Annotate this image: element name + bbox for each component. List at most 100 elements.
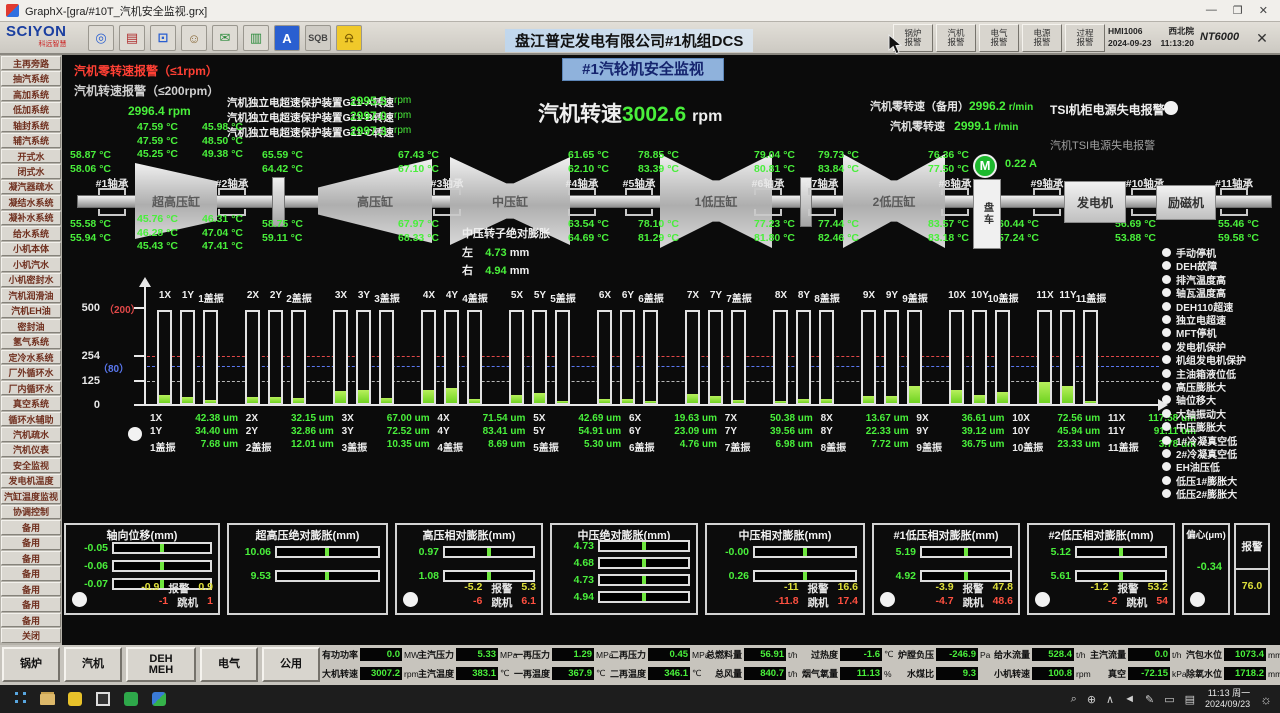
monitor-icon[interactable]: ⊡ [150,25,176,51]
search-icon[interactable]: ⌕ [1071,693,1077,706]
toolbar-close-button[interactable]: ✕ [1250,26,1274,50]
alarm-button-5[interactable]: 过程 报警 [1065,24,1105,52]
start-icon[interactable] [8,688,30,710]
app-green-icon[interactable] [120,688,142,710]
close-icon[interactable]: ✕ [1259,4,1268,17]
vib-value-4Y: 83.41 um [467,426,525,437]
alarm-button-2[interactable]: 汽机 报警 [936,24,976,52]
bearing-temps-top-1: 58.87 °C 58.06 °C [70,149,111,176]
sidebar-item-21[interactable]: 厂外循环水 [1,365,61,379]
sidebar-item-36[interactable]: 备用 [1,597,61,611]
sidebar-item-24[interactable]: 循环水辅助 [1,412,61,426]
sidebar-item-12[interactable]: 给水系统 [1,226,61,240]
sidebar-item-31[interactable]: 备用 [1,520,61,534]
sidebar-item-14[interactable]: 小机汽水 [1,257,61,271]
readout-label: 过热度 [802,648,840,661]
readout-value: 367.9 [552,667,594,680]
readout-unit: rpm [1074,669,1090,679]
bearing-temps-bottom-7: 77.44 °C 82.46 °C [818,218,859,245]
restore-icon[interactable]: ❐ [1233,4,1243,17]
font-a-icon[interactable]: A [274,25,300,51]
sidebar-item-7[interactable]: 开式水 [1,149,61,163]
pen-icon[interactable]: ✎ [1145,693,1154,706]
chart-bar-fill-5Y [534,393,545,403]
sidebar-item-29[interactable]: 汽缸温度监视 [1,489,61,503]
mail-icon[interactable]: ✉ [212,25,238,51]
taskbar-clock[interactable]: 11:13 周一 2024/09/23 [1205,688,1250,710]
app-color-icon[interactable] [148,688,170,710]
sidebar-item-17[interactable]: 汽机EH油 [1,304,61,318]
sidebar-item-1[interactable]: 主再旁路 [1,56,61,70]
sidebar-item-19[interactable]: 氢气系统 [1,334,61,348]
sidebar-item-22[interactable]: 厂内循环水 [1,381,61,395]
sidebar-item-10[interactable]: 凝结水系统 [1,195,61,209]
sidebar-item-6[interactable]: 辅汽系统 [1,133,61,147]
panel-trip-3: -6跳机6.1 [473,595,536,610]
vib-value-1Y: 34.40 um [180,426,238,437]
vibration-status-indicator [128,427,142,441]
sidebar-item-3[interactable]: 高加系统 [1,87,61,101]
panel-trip-label: 跳机 [491,595,512,610]
minimize-icon[interactable]: — [1206,4,1217,17]
sidebar-item-16[interactable]: 汽机润滑油 [1,288,61,302]
bottom-tab-3[interactable]: DEHMEH [126,647,196,682]
sidebar-item-9[interactable]: 凝汽器疏水 [1,180,61,194]
user-icon[interactable]: ☺ [181,25,207,51]
sidebar-item-18[interactable]: 密封油 [1,319,61,333]
readout-value: 840.7 [744,667,786,680]
sidebar-item-33[interactable]: 备用 [1,551,61,565]
sidebar-item-25[interactable]: 汽机疏水 [1,427,61,441]
panel-title-1: 轴向位移(mm) [66,527,218,543]
sidebar-item-32[interactable]: 备用 [1,536,61,550]
sidebar-item-28[interactable]: 发电机温度 [1,474,61,488]
sidebar-item-13[interactable]: 小机本体 [1,242,61,256]
sidebar-item-27[interactable]: 安全监视 [1,458,61,472]
readout-label: 总风量 [706,667,744,680]
alarm-bell-icon[interactable]: ⍾ [336,25,362,51]
panel-bar-1-1 [112,542,212,554]
chat-icon[interactable]: ▭ [1164,693,1174,706]
sidebar-item-35[interactable]: 备用 [1,582,61,596]
keyboard-icon[interactable]: ▤ [1185,693,1195,706]
app-window-icon[interactable] [92,688,114,710]
chevron-up-icon[interactable]: ∧ [1106,693,1114,706]
sidebar-item-23[interactable]: 真空系统 [1,396,61,410]
brightness-icon[interactable]: ☼ [1260,692,1272,707]
chart-bar-fill-7Y [710,396,721,403]
sidebar-item-8[interactable]: 闭式水 [1,164,61,178]
sidebar-item-15[interactable]: 小机密封水 [1,273,61,287]
readout-label: 二再温度 [610,667,648,680]
panel-1: 轴向位移(mm)-0.05-0.06-0.07-0.9报警0.9-1跳机1 [64,523,220,615]
print-icon[interactable]: ▤ [119,25,145,51]
folder-icon[interactable] [36,688,58,710]
link-icon[interactable]: ◎ [88,25,114,51]
sidebar-item-30[interactable]: 协调控制 [1,505,61,519]
bottom-tab-1[interactable]: 锅炉 [2,647,60,682]
sidebar-item-34[interactable]: 备用 [1,566,61,580]
bearing-temps-bottom-9: 60.44 °C 57.24 °C [998,218,1039,245]
bearing-bracket-bottom-8 [941,209,969,216]
sidebar-item-38[interactable]: 关闭 [1,628,61,642]
bottom-tab-5[interactable]: 公用 [262,647,320,682]
globe-icon[interactable]: ⊕ [1087,693,1096,706]
bearing-bracket-top-2 [218,188,246,195]
readout-label: 水煤比 [898,667,936,680]
sidebar-item-26[interactable]: 汽机仪表 [1,443,61,457]
sidebar-item-5[interactable]: 轴封系统 [1,118,61,132]
sidebar-item-20[interactable]: 定冷水系统 [1,350,61,364]
sidebar-item-2[interactable]: 抽汽系统 [1,71,61,85]
sqb-icon[interactable]: SQB [305,25,331,51]
sidebar-item-37[interactable]: 备用 [1,613,61,627]
sidebar-item-4[interactable]: 低加系统 [1,102,61,116]
readout-unit: Pa [978,650,994,660]
volume-icon[interactable]: ◄ [1124,693,1135,705]
alarm-button-3[interactable]: 电气 报警 [979,24,1019,52]
alarm-button-4[interactable]: 电源 报警 [1022,24,1062,52]
cards-icon[interactable]: ▥ [243,25,269,51]
sidebar-item-11[interactable]: 凝补水系统 [1,211,61,225]
bearing-temps-bottom-3: 67.97 °C 68.33 °C [398,218,439,245]
vib-value-10X: 72.56 um [1042,413,1100,424]
bottom-tab-4[interactable]: 电气 [200,647,258,682]
app-yellow-icon[interactable] [64,688,86,710]
bottom-tab-2[interactable]: 汽机 [64,647,122,682]
